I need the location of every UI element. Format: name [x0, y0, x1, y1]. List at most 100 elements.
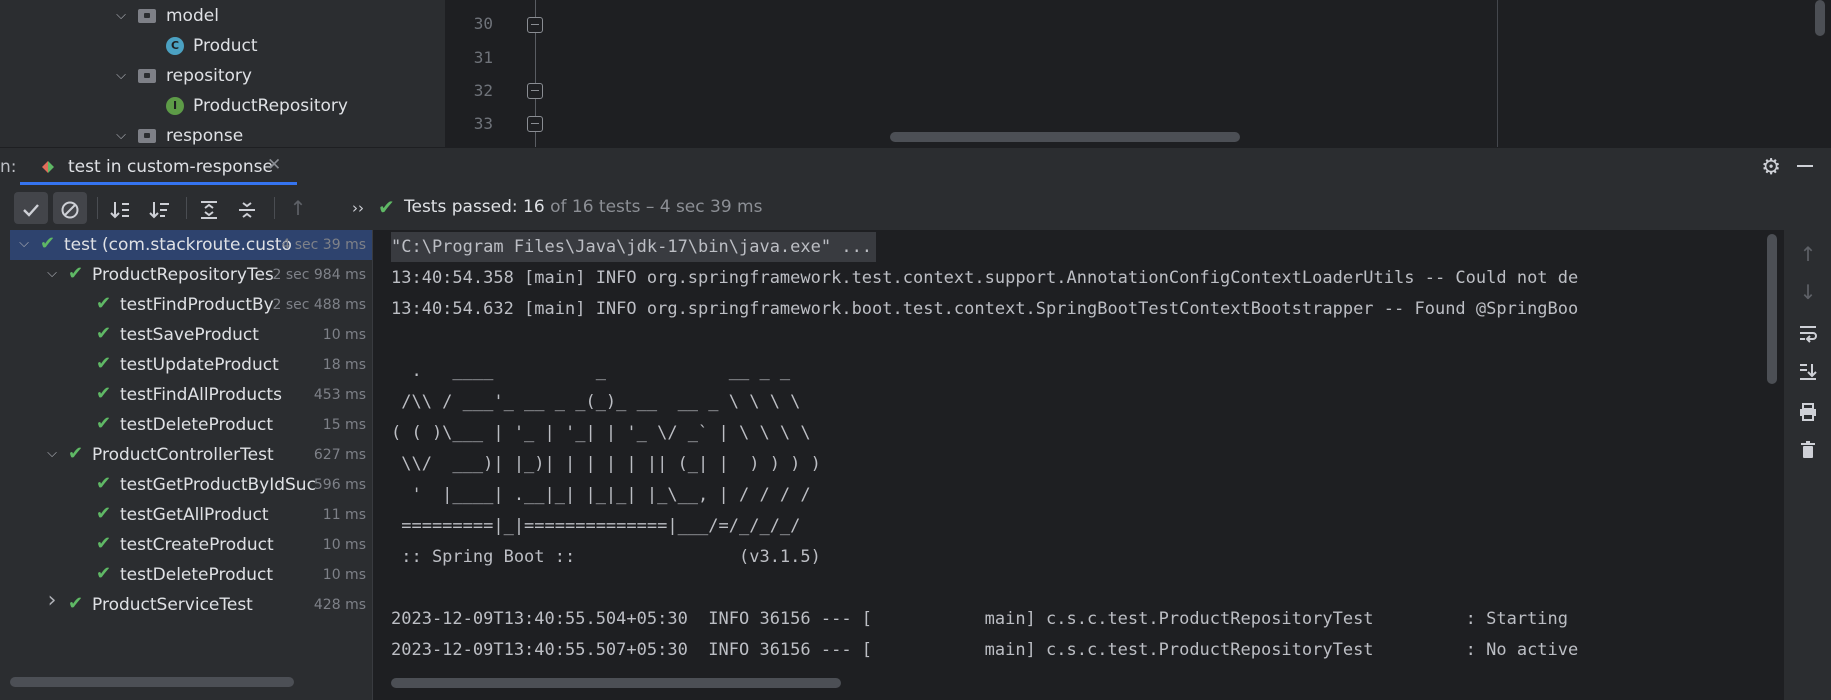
sort-duration-icon — [149, 201, 169, 218]
test-passed-icon: ✔ — [96, 473, 112, 494]
test-passed-icon: ✔ — [68, 263, 84, 284]
run-window-title: n: — [0, 157, 17, 177]
test-name: testGetAllProduct — [120, 505, 269, 525]
soft-wrap-button[interactable] — [1794, 317, 1822, 345]
console-side-toolbar: ↑ ↓ — [1784, 230, 1831, 700]
test-name: testFindProductBy — [120, 295, 274, 315]
test-method-row[interactable]: ✔ testDeleteProduct 10 ms — [10, 560, 372, 590]
tree-folder-response[interactable]: ⌵ response — [110, 122, 440, 147]
trash-icon — [1801, 440, 1815, 458]
right-margin-guide — [1497, 0, 1498, 147]
chevron-down-icon[interactable]: ⌵ — [110, 2, 132, 30]
test-method-row[interactable]: ✔ testFindAllProducts 453 ms — [10, 380, 372, 410]
fold-icon[interactable] — [527, 116, 543, 132]
test-method-row[interactable]: ✔ testGetProductByIdSuc 596 ms — [10, 470, 372, 500]
sort-alphabetically-button[interactable] — [104, 192, 138, 224]
fold-icon[interactable] — [527, 17, 543, 33]
clear-all-button[interactable] — [1794, 434, 1822, 462]
test-name: testUpdateProduct — [120, 355, 279, 375]
console-line: 13:40:54.358 [main] INFO org.springframe… — [391, 268, 1579, 288]
console-line: ' |____| .__|_| |_|_| |_\__, | / / / / — [391, 485, 811, 505]
folder-icon — [138, 9, 156, 23]
folder-icon — [138, 69, 156, 83]
test-name: testGetProductByIdSuc — [120, 475, 316, 495]
expand-all-button[interactable] — [192, 192, 226, 224]
test-duration: 2 sec 984 ms — [272, 267, 366, 283]
line-number: 33 — [473, 114, 493, 133]
arrow-down-icon[interactable]: ↓ — [1794, 278, 1822, 306]
printer-icon — [1800, 402, 1816, 421]
tree-item-productrepository[interactable]: I ProductRepository — [138, 92, 438, 120]
test-duration: 596 ms — [313, 477, 366, 493]
run-tab-test-in-custom-response[interactable]: test in custom-response ✕ — [20, 148, 297, 186]
more-actions-button[interactable]: ›› — [341, 192, 375, 224]
test-name: ProductRepositoryTes — [92, 265, 274, 285]
chevron-down-icon[interactable]: ⌵ — [110, 122, 132, 147]
line-number: 31 — [473, 48, 493, 67]
print-button[interactable] — [1794, 396, 1822, 424]
tree-label: response — [166, 126, 244, 146]
tree-label: repository — [166, 66, 252, 86]
test-method-row[interactable]: ✔ testFindProductBy 2 sec 488 ms — [10, 290, 372, 320]
editor-vertical-scrollbar[interactable] — [1815, 0, 1825, 36]
test-name: testDeleteProduct — [120, 565, 274, 585]
console-vertical-scrollbar[interactable] — [1767, 234, 1777, 384]
test-duration: 453 ms — [313, 387, 366, 403]
console-line: 2023-12-09T13:40:55.507+05:30 INFO 36156… — [391, 640, 1579, 660]
show-ignored-toggle[interactable] — [53, 192, 87, 224]
minimize-icon[interactable] — [1797, 165, 1813, 167]
chevron-right-icon[interactable]: › — [44, 588, 60, 613]
test-suite-row[interactable]: ⌵ ✔ ProductRepositoryTes 2 sec 984 ms — [10, 260, 372, 290]
test-method-row[interactable]: ✔ testDeleteProduct 15 ms — [10, 410, 372, 440]
test-method-row[interactable]: ✔ testUpdateProduct 18 ms — [10, 350, 372, 380]
console-line: :: Spring Boot :: (v3.1.5) — [391, 547, 821, 567]
gear-icon[interactable]: ⚙ — [1761, 155, 1781, 180]
test-method-row[interactable]: ✔ testSaveProduct 10 ms — [10, 320, 372, 350]
console-horizontal-scrollbar[interactable] — [391, 678, 841, 688]
show-passed-toggle[interactable] — [14, 192, 48, 224]
console-line: \\/ ___)| |_)| | | | | || (_| | ) ) ) ) — [391, 454, 821, 474]
test-suite-row[interactable]: ⌵ ✔ test (com.stackroute.custo 4 sec 39 ms — [10, 230, 372, 260]
sort-by-duration-button[interactable] — [143, 192, 177, 224]
editor-horizontal-scrollbar[interactable] — [890, 132, 1240, 142]
toolbar-separator — [274, 197, 275, 219]
console-line: =========|_|==============|___/=/_/_/_/ — [391, 516, 801, 536]
test-duration: 10 ms — [322, 567, 366, 583]
run-tab-label: test in custom-response — [68, 157, 273, 177]
test-method-row[interactable]: ✔ testGetAllProduct 11 ms — [10, 500, 372, 530]
code-editor[interactable]: 30 31 32 33 — [445, 0, 1831, 147]
chevron-down-icon[interactable]: ⌵ — [110, 62, 132, 90]
collapse-all-button[interactable] — [230, 192, 264, 224]
run-config-icon — [42, 161, 54, 173]
chevron-down-icon[interactable]: ⌵ — [16, 236, 32, 251]
test-suite-row[interactable]: › ✔ ProductServiceTest 428 ms — [10, 588, 372, 620]
test-status-detail: of 16 tests – 4 sec 39 ms — [544, 197, 763, 217]
console-line: . ____ _ __ _ _ — [391, 361, 791, 381]
test-method-row[interactable]: ✔ testCreateProduct 10 ms — [10, 530, 372, 560]
line-number: 30 — [473, 14, 493, 33]
console-line: 2023-12-09T13:40:55.504+05:30 INFO 36156… — [391, 609, 1569, 629]
test-passed-icon: ✔ — [96, 323, 112, 344]
arrow-up-icon[interactable]: ↑ — [1794, 240, 1822, 268]
chevron-down-icon[interactable]: ⌵ — [44, 266, 60, 281]
fold-icon[interactable] — [527, 83, 543, 99]
test-name: ProductServiceTest — [92, 595, 253, 615]
tree-folder-model[interactable]: ⌵ model — [110, 2, 440, 30]
tree-item-product[interactable]: C Product — [138, 32, 438, 60]
tests-passed-icon: ✔ — [378, 195, 395, 219]
test-suite-row[interactable]: ⌵ ✔ ProductControllerTest 627 ms — [10, 440, 372, 470]
console-output[interactable]: "C:\Program Files\Java\jdk-17\bin\java.e… — [372, 230, 1785, 700]
console-line: 13:40:54.632 [main] INFO org.springframe… — [391, 299, 1579, 319]
previous-failed-test-button[interactable]: ↑ — [281, 192, 315, 224]
expand-all-icon — [201, 200, 217, 219]
test-name: ProductControllerTest — [92, 445, 274, 465]
tree-horizontal-scrollbar[interactable] — [10, 677, 294, 687]
close-icon[interactable]: ✕ — [267, 155, 281, 175]
test-passed-icon: ✔ — [40, 233, 56, 254]
scroll-to-end-button[interactable] — [1794, 356, 1822, 384]
tree-folder-repository[interactable]: ⌵ repository — [110, 62, 440, 90]
test-duration: 10 ms — [322, 537, 366, 553]
tree-label: ProductRepository — [193, 96, 348, 116]
test-duration: 15 ms — [322, 417, 366, 433]
chevron-down-icon[interactable]: ⌵ — [44, 446, 60, 461]
